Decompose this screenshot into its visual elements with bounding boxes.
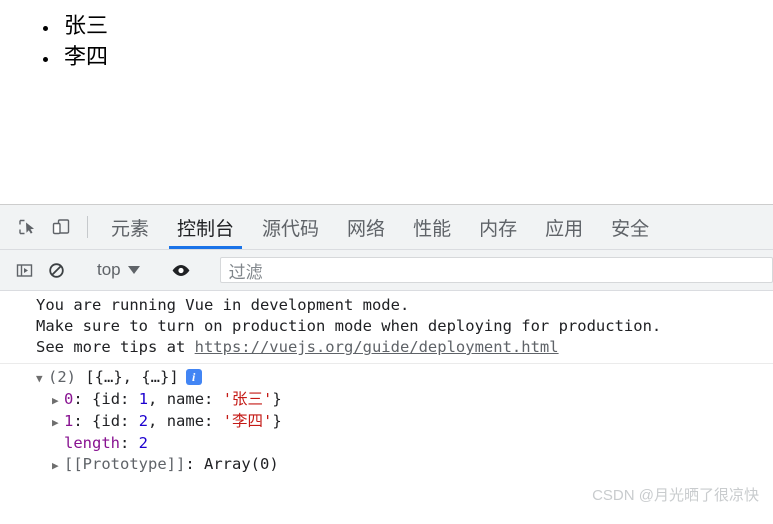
- tab-label: 元素: [111, 218, 150, 240]
- tab-application[interactable]: 应用: [531, 205, 597, 249]
- object-key-name: name: [166, 412, 205, 430]
- tab-label: 应用: [545, 218, 584, 240]
- object-close-brace: }: [272, 390, 282, 408]
- console-sidebar-icon[interactable]: [8, 254, 40, 286]
- expand-triangle-icon[interactable]: [52, 390, 64, 411]
- expand-triangle-icon[interactable]: [52, 412, 64, 433]
- inspect-element-icon[interactable]: [10, 205, 44, 249]
- tab-security[interactable]: 安全: [597, 205, 663, 249]
- tab-console[interactable]: 控制台: [163, 205, 248, 249]
- tab-label: 性能: [413, 218, 452, 240]
- console-message-vue-devmode[interactable]: You are running Vue in development mode.…: [0, 291, 773, 364]
- object-value-id: 2: [138, 412, 149, 430]
- tab-memory[interactable]: 内存: [465, 205, 531, 249]
- object-close-brace: }: [272, 412, 282, 430]
- object-key-id: id: [101, 390, 121, 408]
- devtools-panel: 元素 控制台 源代码 网络 性能 内存 应用 安全 top 过滤 You are…: [0, 204, 773, 524]
- clear-console-icon[interactable]: [40, 254, 72, 286]
- array-count: (2): [48, 368, 76, 386]
- expand-triangle-icon[interactable]: [36, 368, 48, 389]
- array-preview: [{…}, {…}]: [85, 368, 179, 386]
- info-icon[interactable]: i: [185, 369, 202, 385]
- tab-network[interactable]: 网络: [333, 205, 399, 249]
- object-open-brace: {: [92, 412, 102, 430]
- vue-deployment-link[interactable]: https://vuejs.org/guide/deployment.html: [195, 338, 559, 356]
- console-filter-input[interactable]: 过滤: [219, 257, 773, 283]
- expand-triangle-icon[interactable]: [52, 455, 64, 476]
- object-value-name: '李四': [222, 412, 273, 430]
- array-item-row[interactable]: 1: {id: 2, name: '李四'}: [0, 411, 773, 433]
- chevron-down-icon: [127, 266, 140, 274]
- tab-sources[interactable]: 源代码: [248, 205, 333, 249]
- execution-context-dropdown[interactable]: top: [91, 260, 146, 280]
- tab-label: 网络: [347, 218, 386, 240]
- object-open-brace: {: [92, 390, 102, 408]
- execution-context-label: top: [97, 260, 121, 279]
- tab-label: 源代码: [262, 218, 320, 240]
- tab-label: 内存: [479, 218, 518, 240]
- prototype-value: Array(0): [204, 455, 279, 473]
- console-message-line: See more tips at https://vuejs.org/guide…: [0, 337, 773, 358]
- object-value-name: '张三': [222, 390, 273, 408]
- tab-performance[interactable]: 性能: [399, 205, 465, 249]
- devtools-tabstrip: 元素 控制台 源代码 网络 性能 内存 应用 安全: [0, 205, 773, 250]
- object-value-id: 1: [138, 390, 149, 408]
- length-value: 2: [138, 434, 149, 452]
- list-item: 张三: [60, 10, 773, 41]
- console-message-line: Make sure to turn on production mode whe…: [36, 317, 662, 335]
- length-key: length: [64, 434, 120, 452]
- array-item-row[interactable]: 0: {id: 1, name: '张三'}: [0, 389, 773, 411]
- object-key-id: id: [101, 412, 121, 430]
- console-message-text: See more tips at: [36, 338, 195, 356]
- tab-label: 控制台: [177, 218, 235, 240]
- tab-elements[interactable]: 元素: [97, 205, 163, 249]
- list-item: 李四: [60, 41, 773, 72]
- array-item-index: 0: [64, 390, 74, 408]
- array-prototype-row[interactable]: [[Prototype]]: Array(0): [0, 454, 773, 476]
- array-header-row[interactable]: (2) [{…}, {…}] i: [0, 367, 773, 389]
- array-length-row: length: 2: [64, 434, 149, 452]
- name-list: 张三 李四: [0, 0, 773, 72]
- csdn-watermark: CSDN @月光晒了很凉快: [592, 487, 759, 504]
- tab-label: 安全: [611, 218, 650, 240]
- array-item-index: 1: [64, 412, 74, 430]
- prototype-key: [[Prototype]]: [64, 455, 186, 473]
- console-toolbar: top 过滤: [0, 250, 773, 291]
- console-array-output[interactable]: (2) [{…}, {…}] i 0: {id: 1, name: '张三'} …: [0, 364, 773, 476]
- console-filter-placeholder: 过滤: [228, 262, 263, 282]
- console-message-line: You are running Vue in development mode.: [36, 296, 410, 314]
- page-viewport: 张三 李四: [0, 0, 773, 204]
- object-key-name: name: [166, 390, 205, 408]
- device-toolbar-icon[interactable]: [44, 205, 78, 249]
- live-expression-icon[interactable]: [165, 254, 197, 286]
- console-output[interactable]: You are running Vue in development mode.…: [0, 291, 773, 524]
- toolbar-divider: [87, 216, 88, 238]
